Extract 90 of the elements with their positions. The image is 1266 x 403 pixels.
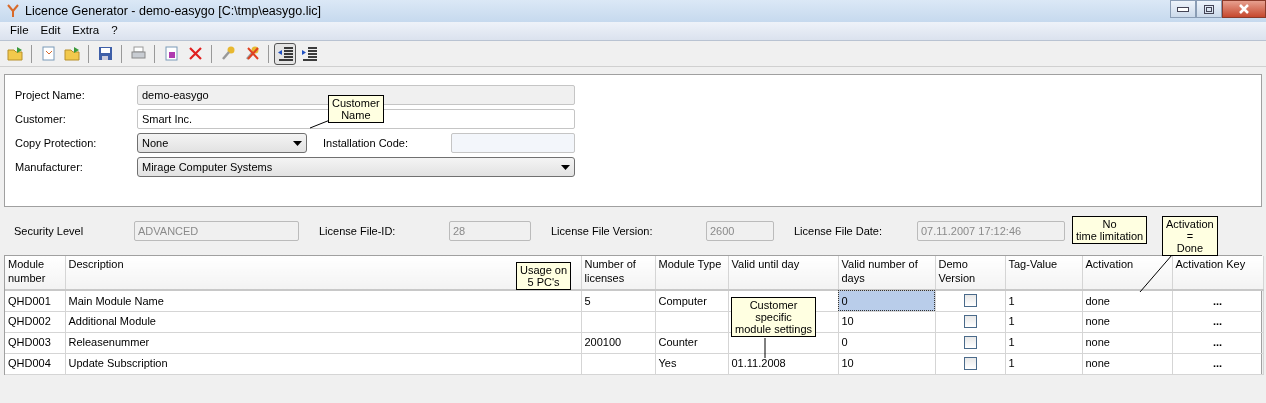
ellipsis-button[interactable]: ... bbox=[1175, 334, 1260, 351]
table-cell: Yes bbox=[655, 353, 728, 374]
table-cell: 200100 bbox=[581, 332, 655, 353]
checkbox[interactable] bbox=[963, 315, 977, 328]
column-header[interactable]: Valid number of days bbox=[838, 256, 935, 290]
menu-item[interactable]: ? bbox=[105, 22, 124, 40]
table-cell: QHD002 bbox=[5, 311, 65, 332]
table-cell: Additional Module bbox=[65, 311, 581, 332]
checkbox[interactable] bbox=[963, 336, 977, 349]
key-delete-icon bbox=[243, 45, 261, 62]
indent-icon bbox=[300, 45, 318, 62]
maximize-icon bbox=[1204, 4, 1214, 14]
column-header[interactable]: Module Type bbox=[655, 256, 728, 290]
menu-item[interactable]: Extra bbox=[66, 22, 106, 40]
ellipsis-button[interactable]: ... bbox=[1175, 292, 1260, 309]
outdent-icon bbox=[276, 45, 294, 62]
maximize-button[interactable] bbox=[1196, 0, 1222, 18]
ellipsis-button[interactable]: ... bbox=[1175, 355, 1260, 372]
column-header[interactable]: Module number bbox=[5, 256, 65, 290]
table-cell: 01.11.2008 bbox=[728, 353, 838, 374]
table-cell: none bbox=[1082, 332, 1172, 353]
field-label: License File Version: bbox=[551, 223, 654, 239]
readonly-field: 07.11.2007 17:12:46 bbox=[917, 221, 1065, 241]
callout-tooltip: Usage on 5 PC's bbox=[516, 262, 572, 291]
app-logo-icon bbox=[6, 4, 20, 18]
installation-code-field[interactable] bbox=[451, 133, 575, 153]
checkbox[interactable] bbox=[963, 294, 977, 308]
field-label: Installation Code: bbox=[323, 135, 409, 151]
table-cell: Update Subscription bbox=[65, 353, 581, 374]
document-icon bbox=[39, 45, 57, 62]
callout-tooltip: Activation = Done bbox=[1162, 216, 1218, 257]
checkbox[interactable] bbox=[963, 357, 977, 370]
table-cell: 5 bbox=[581, 290, 655, 311]
column-header[interactable]: Number of licenses bbox=[581, 256, 655, 290]
caret-icon bbox=[293, 140, 302, 146]
key-icon bbox=[219, 45, 237, 62]
menu-item[interactable]: File bbox=[4, 22, 35, 40]
outdent-button[interactable] bbox=[274, 42, 296, 65]
manufacturer-dropdown[interactable]: Mirage Computer Systems bbox=[137, 157, 575, 177]
table-cell: none bbox=[1082, 311, 1172, 332]
table-cell: 10 bbox=[838, 311, 935, 332]
close-button[interactable] bbox=[1222, 0, 1266, 18]
readonly-field: ADVANCED bbox=[134, 221, 299, 241]
callout-tooltip: Customer specific module settings bbox=[731, 297, 817, 338]
export-icon bbox=[162, 45, 180, 62]
table-cell: QHD003 bbox=[5, 332, 65, 353]
table-cell: 0 bbox=[838, 332, 935, 353]
table-cell: 1 bbox=[1005, 332, 1082, 353]
readonly-field: 28 bbox=[449, 221, 531, 241]
window-title: Licence Generator - demo-easygo [C:\tmp\easygo.lic] bbox=[25, 2, 321, 20]
delete-icon bbox=[186, 45, 204, 62]
table-cell: QHD001 bbox=[5, 290, 65, 311]
close-icon bbox=[1238, 4, 1250, 14]
callout-tooltip: Customer Name bbox=[328, 95, 384, 124]
table-cell: 0 bbox=[838, 290, 935, 311]
menu-item[interactable]: Edit bbox=[34, 22, 67, 40]
table-cell: Main Module Name bbox=[65, 290, 581, 311]
field-label: Copy Protection: bbox=[15, 135, 98, 151]
field-label: Customer: bbox=[15, 111, 67, 127]
table-cell: 1 bbox=[1005, 311, 1082, 332]
readonly-field: 2600 bbox=[706, 221, 774, 241]
copy-protection-dropdown[interactable]: None bbox=[137, 133, 307, 153]
column-header[interactable]: Valid until day bbox=[728, 256, 838, 290]
field-label: License File Date: bbox=[794, 223, 884, 239]
minimize-icon bbox=[1177, 6, 1189, 12]
table-cell: done bbox=[1082, 290, 1172, 311]
caret-icon bbox=[561, 164, 570, 170]
field-label: Security Level bbox=[14, 223, 85, 239]
printer-icon bbox=[129, 45, 147, 62]
column-header[interactable]: Demo Version bbox=[935, 256, 1005, 290]
folder-icon bbox=[63, 45, 81, 62]
field-label: Project Name: bbox=[15, 87, 86, 103]
ellipsis-button[interactable]: ... bbox=[1175, 313, 1260, 330]
field-label: License File-ID: bbox=[319, 223, 397, 239]
table-cell: 1 bbox=[1005, 353, 1082, 374]
column-header[interactable]: Activation Key bbox=[1172, 256, 1263, 290]
minimize-button[interactable] bbox=[1170, 0, 1196, 18]
table-cell: Computer bbox=[655, 290, 728, 311]
table-cell: 10 bbox=[838, 353, 935, 374]
table-cell: 1 bbox=[1005, 290, 1082, 311]
column-header[interactable]: Tag-Value bbox=[1005, 256, 1082, 290]
field-label: Manufacturer: bbox=[15, 159, 84, 175]
table-cell: QHD004 bbox=[5, 353, 65, 374]
callout-tooltip: No time limitation bbox=[1072, 216, 1148, 245]
folder-open-icon bbox=[6, 45, 24, 62]
column-header[interactable]: Activation bbox=[1082, 256, 1172, 290]
table-cell: none bbox=[1082, 353, 1172, 374]
save-icon bbox=[96, 45, 114, 62]
table-cell: Counter bbox=[655, 332, 728, 353]
table-cell: Releasenummer bbox=[65, 332, 581, 353]
